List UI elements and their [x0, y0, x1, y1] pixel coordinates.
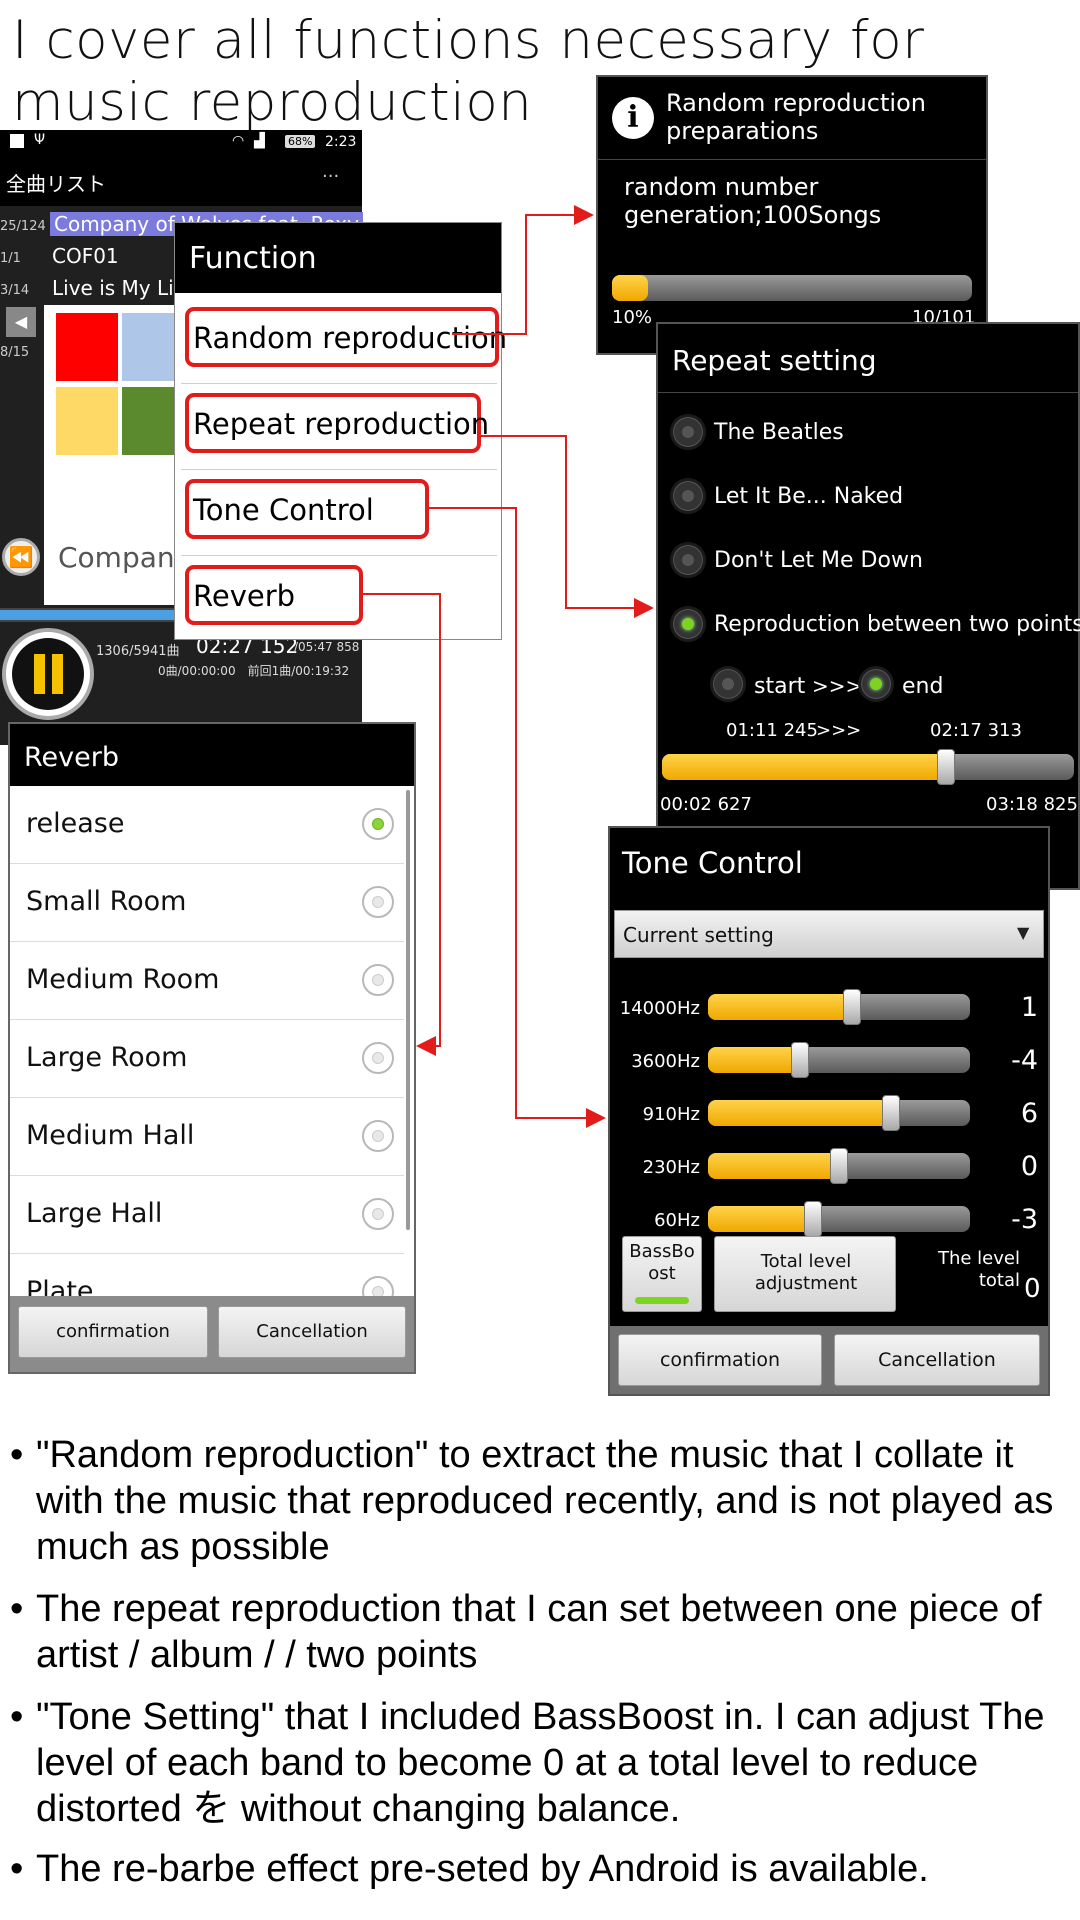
arrow-random — [452, 205, 594, 335]
bullet-symbol: • — [10, 1588, 24, 1630]
arrow-reverb — [362, 593, 441, 1056]
arrow-tone — [428, 507, 606, 1128]
bullet-symbol: • — [10, 1696, 24, 1738]
bullet-text: The re-barbe effect pre-seted by Android… — [36, 1848, 929, 1890]
bullet-symbol: • — [10, 1848, 24, 1890]
connector-arrows — [362, 205, 654, 1128]
bullet-text: "Tone Setting" that I included BassBoost… — [36, 1696, 1045, 1830]
bullet-text: The repeat reproduction that I can set b… — [36, 1588, 1042, 1676]
bullet-symbol: • — [10, 1434, 24, 1476]
arrow-repeat — [480, 435, 654, 618]
bullet-text: "Random reproduction" to extract the mus… — [36, 1434, 1054, 1568]
